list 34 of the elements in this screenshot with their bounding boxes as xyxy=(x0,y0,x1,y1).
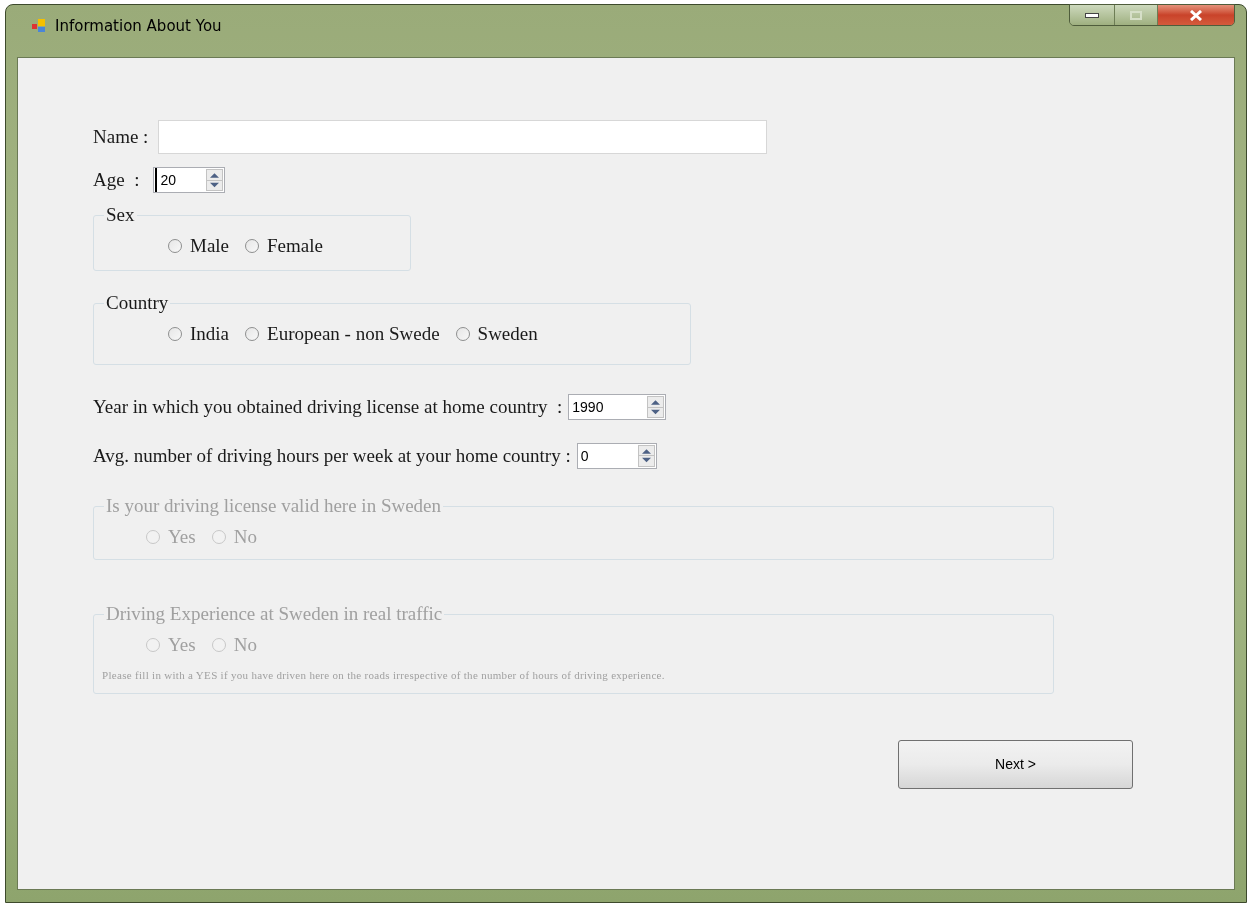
group-legend: Driving Experience at Sweden in real traffic xyxy=(104,600,445,629)
group-legend: Is your driving license valid here in Sweden xyxy=(104,492,444,521)
field-label: Year in which you obtained driving license at home country : xyxy=(93,395,563,419)
spinner-arrows-icon[interactable] xyxy=(206,169,224,191)
window-title: Information About You xyxy=(55,16,222,37)
group-legend: Sex xyxy=(104,201,137,230)
spinner-value: 0 xyxy=(579,446,590,466)
spinner-value: 1990 xyxy=(571,398,605,418)
radio-option[interactable]: Male xyxy=(168,231,230,260)
spinner-arrows-icon[interactable] xyxy=(637,444,655,467)
number-spinner[interactable]: 1990 xyxy=(568,394,667,421)
field-label: Age : xyxy=(93,167,140,192)
close-button[interactable] xyxy=(1158,5,1234,25)
minimize-button[interactable] xyxy=(1070,5,1115,25)
radio-button[interactable] xyxy=(168,238,182,253)
number-spinner[interactable]: 0 xyxy=(576,442,657,469)
radio-option[interactable]: Sweden xyxy=(455,319,538,348)
radio-option[interactable]: European - non Swede xyxy=(245,319,440,348)
spinner-arrows-icon[interactable] xyxy=(647,396,665,419)
field-label: Name : xyxy=(93,124,149,149)
close-icon xyxy=(1189,9,1203,21)
field-label: Avg. number of driving hours per week at your home country : xyxy=(93,443,571,468)
radio-option[interactable]: India xyxy=(168,319,230,348)
radio-option[interactable]: Female xyxy=(245,231,323,260)
hint-text: Please fill in with a YES if you have driven here on the roads irrespective of the number of hours of driving experience. xyxy=(102,668,666,683)
app-icon xyxy=(31,18,47,35)
radio-button[interactable] xyxy=(168,326,182,341)
next-button[interactable]: Next > xyxy=(898,740,1133,789)
radio-button[interactable] xyxy=(245,238,260,253)
radio-button[interactable] xyxy=(245,326,260,341)
radio-button[interactable] xyxy=(455,326,470,341)
name-field[interactable] xyxy=(158,120,768,154)
number-spinner[interactable]: 20 xyxy=(153,167,226,193)
group-legend: Country xyxy=(104,289,171,318)
